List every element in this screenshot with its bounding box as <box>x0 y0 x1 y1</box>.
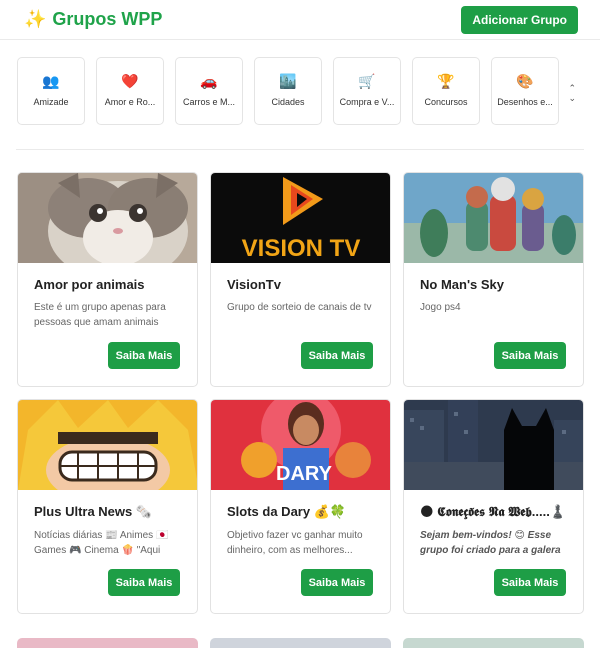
group-image <box>18 400 197 490</box>
learn-more-button[interactable]: Saiba Mais <box>301 342 373 369</box>
group-description: Objetivo fazer vc ganhar muito dinheiro,… <box>227 530 363 556</box>
palette-icon: 🎨 <box>516 74 534 90</box>
vision-tv-image-text: VISION TV <box>242 235 361 262</box>
category-label: Carros e M... <box>182 97 235 107</box>
learn-more-button[interactable]: Saiba Mais <box>301 569 373 596</box>
category-label: Amor e Ro... <box>104 97 156 107</box>
category-city[interactable]: 🏙️ Cidades <box>254 57 322 125</box>
group-description: Sejam bem-vindos! 😊 Esse grupo foi criad… <box>420 530 561 556</box>
group-card[interactable]: No Man's Sky Jogo ps4 Saiba Mais <box>403 172 584 387</box>
dary-image-text: DARY <box>276 463 333 485</box>
sparkles-icon: ✨ <box>24 9 47 30</box>
group-grid: Amor por animais Este é um grupo apenas p… <box>17 172 584 614</box>
category-label: Compra e V... <box>339 97 395 107</box>
group-name: Plus Ultra News 🗞️ <box>34 504 153 519</box>
group-card[interactable]: 🌑 𝕮𝖔𝖓𝖊𝖈̧𝖔̃𝖊𝖘 𝕹𝖆 𝖂𝖊𝖇.....♟️ Sejam bem-vind… <box>403 399 584 614</box>
app-header: ✨ Grupos WPP Adicionar Grupo <box>0 0 600 40</box>
category-car[interactable]: 🚗 Carros e M... <box>175 57 243 125</box>
group-name: No Man's Sky <box>420 277 505 292</box>
group-card[interactable]: DARY Slots da Dary 💰🍀 Objetivo fazer vc ga… <box>210 399 391 614</box>
category-label: Cidades <box>271 97 305 107</box>
group-name: Amor por animais <box>34 277 145 292</box>
category-trophy[interactable]: 🏆 Concursos <box>412 57 480 125</box>
learn-more-button[interactable]: Saiba Mais <box>108 342 180 369</box>
group-image <box>404 400 583 490</box>
category-palette[interactable]: 🎨 Desenhos e... <box>491 57 559 125</box>
group-image <box>18 173 197 263</box>
partial-card <box>17 638 198 648</box>
chevron-up-down-icon[interactable]: ⌃ ⌄ <box>568 84 576 104</box>
group-image: DARY <box>211 400 390 490</box>
partial-card <box>403 638 584 648</box>
group-description: Notícias diárias 📰 Animes 🇯🇵 Games 🎮 Cin… <box>34 530 169 556</box>
group-image <box>404 173 583 263</box>
group-card[interactable]: Plus Ultra News 🗞️ Notícias diárias 📰 Ani… <box>17 399 198 614</box>
category-list: 👥 Amizade ❤️ Amor e Ro... 🚗 Carros e M... 🏙️ Ci… <box>17 57 559 125</box>
cart-icon: 🛒 <box>358 74 376 90</box>
group-name: 🌑 𝕮𝖔𝖓𝖊𝖈̧𝖔̃𝖊𝖘 𝕹𝖆 𝖂𝖊𝖇.....♟️ <box>420 504 567 519</box>
trophy-icon: 🏆 <box>437 74 455 90</box>
category-cart[interactable]: 🛒 Compra e V... <box>333 57 401 125</box>
group-description: Grupo de sorteio de canais de tv <box>227 302 372 313</box>
learn-more-button[interactable]: Saiba Mais <box>108 569 180 596</box>
category-people[interactable]: 👥 Amizade <box>17 57 85 125</box>
app-title: Grupos WPP <box>52 9 163 29</box>
group-description: Jogo ps4 <box>420 302 461 313</box>
learn-more-button[interactable]: Saiba Mais <box>494 569 566 596</box>
learn-more-button[interactable]: Saiba Mais <box>494 342 566 369</box>
city-icon: 🏙️ <box>279 74 297 90</box>
category-label: Concursos <box>424 97 468 107</box>
category-label: Desenhos e... <box>497 97 553 107</box>
group-card[interactable]: VISION TV VisionTv Grupo de sorteio de can… <box>210 172 391 387</box>
group-name: Slots da Dary 💰🍀 <box>227 504 347 519</box>
people-icon: 👥 <box>42 74 60 90</box>
group-card[interactable]: Amor por animais Este é um grupo apenas p… <box>17 172 198 387</box>
group-image: VISION TV <box>211 173 390 263</box>
heart-icon: ❤️ <box>121 74 139 90</box>
category-label: Amizade <box>33 97 69 107</box>
logo[interactable]: ✨ Grupos WPP <box>24 9 162 30</box>
group-description: Este é um grupo apenas para pessoas que … <box>34 302 166 328</box>
partial-card <box>210 638 391 648</box>
car-icon: 🚗 <box>200 74 218 90</box>
category-bar: 👥 Amizade ❤️ Amor e Ro... 🚗 Carros e M... 🏙️ Ci… <box>16 40 584 150</box>
add-group-button[interactable]: Adicionar Grupo <box>461 5 578 34</box>
group-name: VisionTv <box>227 277 281 292</box>
category-heart[interactable]: ❤️ Amor e Ro... <box>96 57 164 125</box>
